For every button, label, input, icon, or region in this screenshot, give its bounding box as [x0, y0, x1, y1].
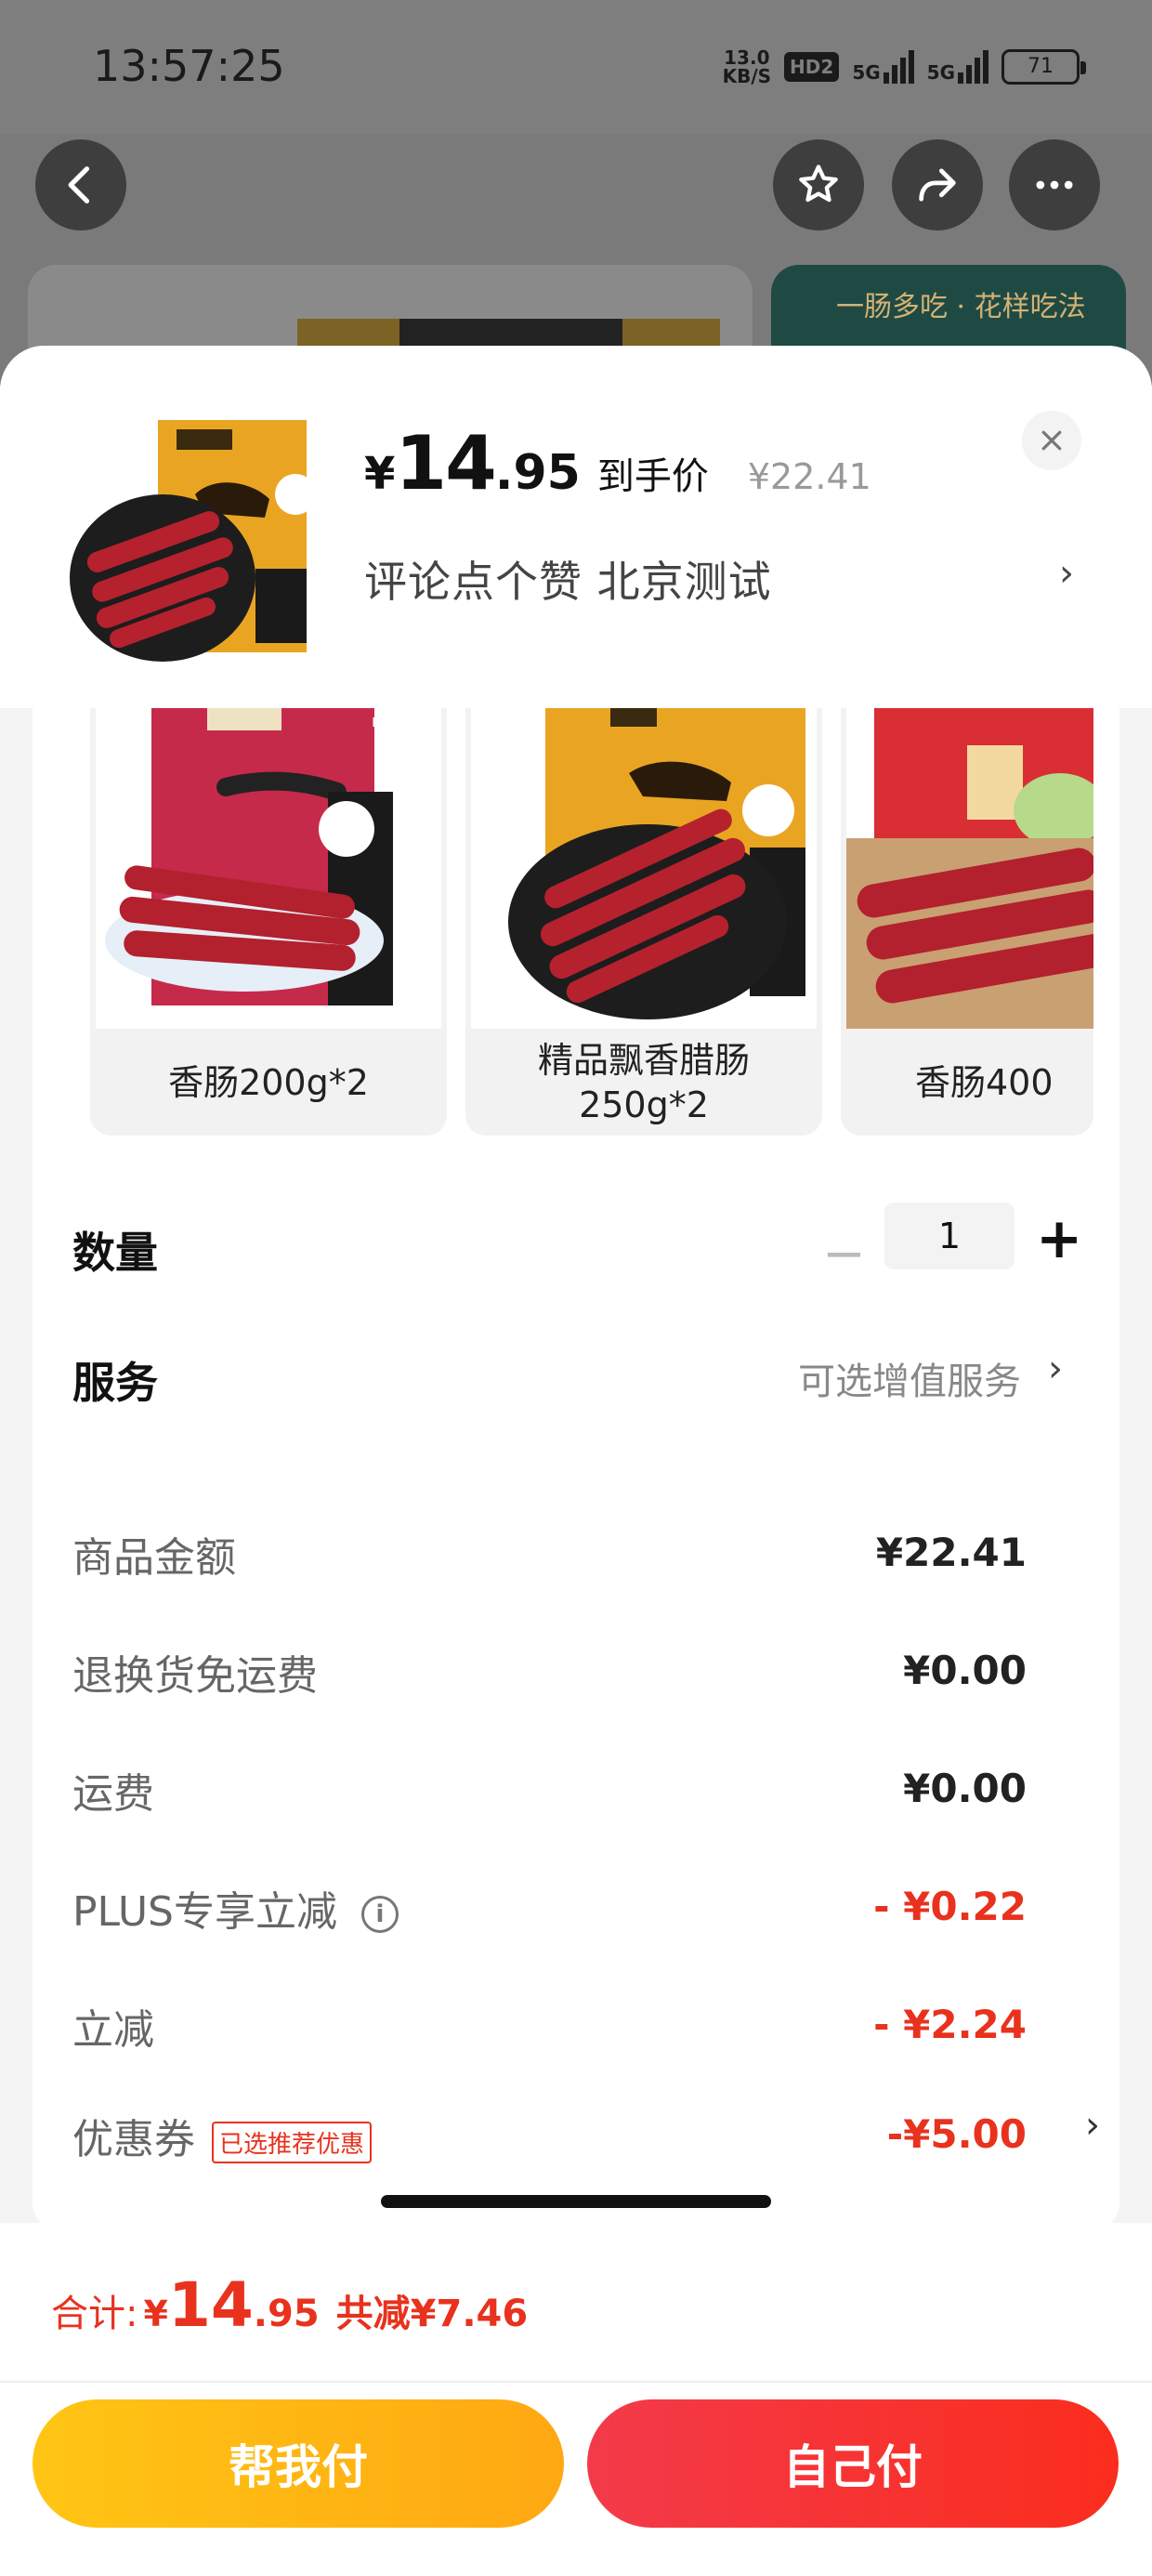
breakdown-row-value: ¥0.00: [903, 1648, 1027, 1693]
signal-icon: 5G: [852, 50, 914, 84]
status-indicators: 13.0 KB/S HD2 5G 5G 71: [723, 43, 1086, 91]
price-decimal: .95: [494, 445, 581, 501]
status-time: 13:57:25: [93, 41, 285, 91]
price-breakdown: 商品金额 ¥22.41 退换货免运费 ¥0.00 运费 ¥0.00 PLUS专享…: [33, 1468, 1119, 2230]
purchase-sheet: ¥ 14 .95 到手价 ¥22.41 评论点个赞 北京测试 › 香肠200g*…: [0, 346, 1152, 2576]
signal-label-2: 5G: [926, 61, 955, 84]
chevron-right-icon[interactable]: ›: [1059, 552, 1074, 595]
selected-spec-text[interactable]: 评论点个赞 北京测试: [364, 548, 772, 610]
hd-badge: HD2: [784, 52, 840, 82]
variant-list[interactable]: 香肠200g*2 精品飘香腊肠 250g*2 香肠400: [90, 708, 1093, 1136]
chevron-right-icon[interactable]: ›: [1085, 2104, 1100, 2147]
total-saved: 共减¥7.46: [335, 2293, 529, 2335]
variant-image: [471, 708, 817, 1029]
quantity-label: 数量: [72, 1228, 158, 1278]
net-speed-unit: KB/S: [722, 65, 772, 87]
breakdown-row-label: 退换货免运费: [72, 1652, 318, 1700]
quantity-decrease-button[interactable]: −: [822, 1224, 866, 1284]
variant-label: 香肠200g*2: [168, 1061, 369, 1103]
product-image: [70, 420, 316, 662]
breakdown-row-value: -¥5.00: [886, 2111, 1027, 2157]
coupon-tag: 已选推荐优惠: [212, 2121, 373, 2163]
product-thumbnail[interactable]: [65, 411, 325, 671]
price-tag: 到手价: [596, 455, 709, 498]
breakdown-row-value: ¥0.00: [903, 1766, 1027, 1811]
variant-image: [846, 708, 1093, 1029]
home-indicator[interactable]: [381, 2195, 771, 2208]
battery-icon: 71: [1001, 49, 1086, 85]
info-icon[interactable]: i: [361, 1896, 399, 1933]
star-icon: [799, 164, 838, 203]
more-button[interactable]: [1009, 139, 1100, 230]
background-banner-text: 一肠多吃 · 花样吃法: [836, 291, 1086, 323]
variant-card[interactable]: 香肠400: [841, 708, 1093, 1136]
divider: [0, 2381, 1152, 2383]
breakdown-row-label: 运费: [72, 1770, 154, 1818]
total-decimal: .95: [253, 2293, 320, 2335]
variant-image: [96, 708, 441, 1029]
sheet-header: ¥ 14 .95 到手价 ¥22.41 评论点个赞 北京测试 ›: [0, 346, 1152, 708]
variant-label: 香肠400: [915, 1061, 1054, 1103]
share-icon: [919, 168, 956, 202]
net-speed: 13.0 KB/S: [723, 48, 771, 85]
breakdown-row-label: 优惠券: [72, 2116, 195, 2163]
order-total: 合计: ¥ 14 .95 共减¥7.46: [51, 2269, 528, 2341]
total-integer: 14: [167, 2269, 254, 2341]
share-button[interactable]: [892, 139, 983, 230]
variant-card[interactable]: 精品飘香腊肠 250g*2: [465, 708, 822, 1136]
service-label: 服务: [72, 1358, 158, 1408]
quantity-increase-button[interactable]: +: [1036, 1206, 1082, 1271]
price-currency: ¥: [364, 448, 396, 500]
chevron-left-icon: [68, 166, 90, 204]
chevron-right-icon[interactable]: ›: [1048, 1347, 1063, 1390]
breakdown-row-label: 立减: [72, 2006, 154, 2054]
self-pay-button[interactable]: 自己付: [587, 2399, 1119, 2528]
price-integer: 14: [395, 420, 496, 506]
breakdown-row-value: ¥22.41: [875, 1530, 1027, 1575]
checkout-bar: 合计: ¥ 14 .95 共减¥7.46 帮我付 自己付: [0, 2223, 1152, 2576]
close-icon: [1041, 430, 1062, 451]
breakdown-row-label: PLUS专享立减: [72, 1888, 337, 1936]
total-label: 合计:: [51, 2293, 138, 2335]
variant-label: 精品飘香腊肠 250g*2: [537, 1039, 750, 1125]
signal-icon-2: 5G: [927, 50, 988, 84]
close-button[interactable]: [1022, 411, 1081, 470]
service-value[interactable]: 可选增值服务: [798, 1351, 1021, 1405]
coupon-row[interactable]: 优惠券 已选推荐优惠: [72, 2106, 373, 2165]
status-bar: 13:57:25 13.0 KB/S HD2 5G 5G 71: [0, 0, 1152, 135]
net-speed-value: 13.0: [724, 46, 770, 69]
more-icon: [1036, 180, 1073, 190]
signal-label: 5G: [852, 61, 881, 84]
breakdown-row-value: - ¥2.24: [873, 2002, 1027, 2047]
total-currency: ¥: [143, 2293, 168, 2334]
help-pay-button[interactable]: 帮我付: [33, 2399, 564, 2528]
quantity-input[interactable]: 1: [884, 1203, 1015, 1269]
breakdown-row-value: - ¥0.22: [873, 1884, 1027, 1929]
original-price: ¥22.41: [747, 456, 871, 497]
breakdown-row-label: 商品金额: [72, 1534, 236, 1582]
plus-discount-row: PLUS专享立减 i: [72, 1878, 399, 1938]
favorite-button[interactable]: [773, 139, 864, 230]
back-button[interactable]: [35, 139, 126, 230]
variant-card[interactable]: 香肠200g*2: [90, 708, 447, 1136]
product-price: ¥ 14 .95 到手价 ¥22.41: [364, 420, 871, 506]
